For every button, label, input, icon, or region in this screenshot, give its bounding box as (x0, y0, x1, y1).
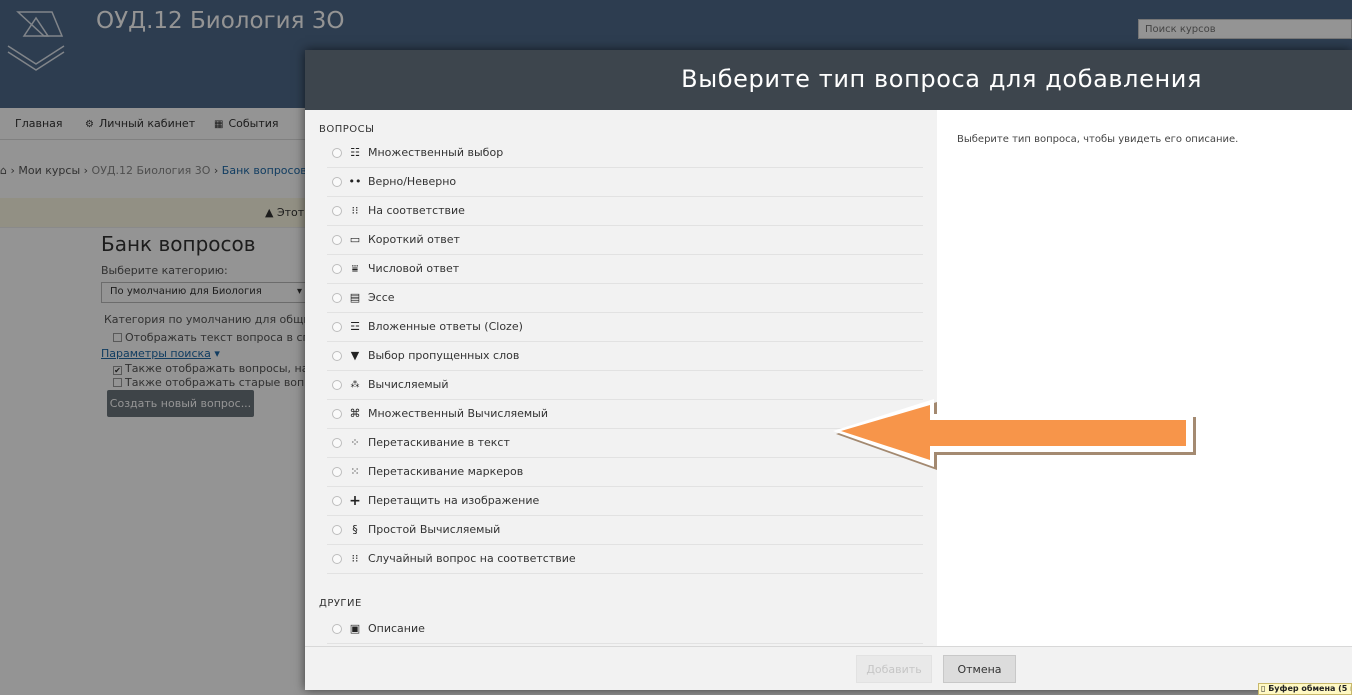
numerical-icon: ⩸ (351, 262, 359, 275)
qtype-radio[interactable] (332, 380, 342, 390)
dropdown-icon: ▼ (350, 349, 360, 362)
qtype-radio[interactable] (332, 467, 342, 477)
qtype-option[interactable]: ☲ Вложенные ответы (Cloze) (327, 313, 923, 342)
calculated-icon: ⁂ (350, 380, 360, 390)
qtype-radio[interactable] (332, 293, 342, 303)
description-pane: Выберите тип вопроса, чтобы увидеть его … (937, 110, 1352, 646)
ddwtos-icon: ⁘ (350, 436, 360, 449)
dialog-header: Выберите тип вопроса для добавления (305, 50, 1352, 110)
dialog-footer: Добавить Отмена (305, 646, 1352, 690)
annotation-arrow (833, 399, 1196, 470)
qtype-radio[interactable] (332, 206, 342, 216)
qtype-radio[interactable] (332, 624, 342, 634)
section-questions-heading: ВОПРОСЫ (319, 124, 375, 135)
qtype-option[interactable]: + Перетащить на изображение (327, 487, 923, 516)
qtype-option[interactable]: ▤ Эссе (327, 284, 923, 313)
random-match-icon: ⁝⁝ (351, 552, 359, 565)
qtype-radio[interactable] (332, 438, 342, 448)
qtype-option[interactable]: ⁝⁝ Случайный вопрос на соответствие (327, 545, 923, 574)
shortanswer-icon: ▭ (349, 233, 361, 246)
qtype-option[interactable]: ▭ Короткий ответ (327, 226, 923, 255)
calculated-multi-icon: ⌘ (349, 407, 361, 420)
qtype-radio[interactable] (332, 409, 342, 419)
qtype-radio[interactable] (332, 525, 342, 535)
qtype-option[interactable]: •• Верно/Неверно (327, 168, 923, 197)
qtype-radio[interactable] (332, 177, 342, 187)
qtype-option[interactable]: ⩸ Числовой ответ (327, 255, 923, 284)
clipboard-notification[interactable]: ▯ Буфер обмена (5 и (1258, 683, 1352, 695)
description-hint: Выберите тип вопроса, чтобы увидеть его … (957, 134, 1239, 145)
qtype-option[interactable]: ▣ Описание (327, 615, 923, 644)
cloze-icon: ☲ (350, 320, 360, 333)
qtype-radio[interactable] (332, 351, 342, 361)
section-other-heading: ДРУГИЕ (319, 598, 362, 609)
dialog-title: Выберите тип вопроса для добавления (681, 65, 1202, 93)
ddmarker-icon: ⁙ (350, 465, 360, 478)
multichoice-icon: ☷ (350, 146, 360, 159)
qtype-radio[interactable] (332, 264, 342, 274)
question-type-dialog: Выберите тип вопроса для добавления ВОПР… (305, 50, 1352, 690)
qtype-option[interactable]: § Простой Вычисляемый (327, 516, 923, 545)
essay-icon: ▤ (349, 291, 361, 304)
qtype-radio[interactable] (332, 322, 342, 332)
qtype-option[interactable]: ▼ Выбор пропущенных слов (327, 342, 923, 371)
add-button[interactable]: Добавить (856, 655, 932, 683)
ddimage-icon: + (349, 493, 361, 509)
qtype-radio[interactable] (332, 235, 342, 245)
match-icon: ⁝⁝ (351, 204, 359, 217)
question-type-list: ВОПРОСЫ ☷ Множественный выбор •• Верно/Нев… (305, 110, 937, 646)
truefalse-icon: •• (348, 175, 362, 188)
description-icon: ▣ (349, 622, 361, 635)
cancel-button[interactable]: Отмена (943, 655, 1016, 683)
qtype-radio[interactable] (332, 496, 342, 506)
qtype-option[interactable]: ⁝⁝ На соответствие (327, 197, 923, 226)
qtype-radio[interactable] (332, 148, 342, 158)
clipboard-icon: ▯ (1261, 684, 1266, 693)
qtype-option[interactable]: ☷ Множественный выбор (327, 139, 923, 168)
calculated-simple-icon: § (352, 523, 358, 536)
qtype-radio[interactable] (332, 554, 342, 564)
